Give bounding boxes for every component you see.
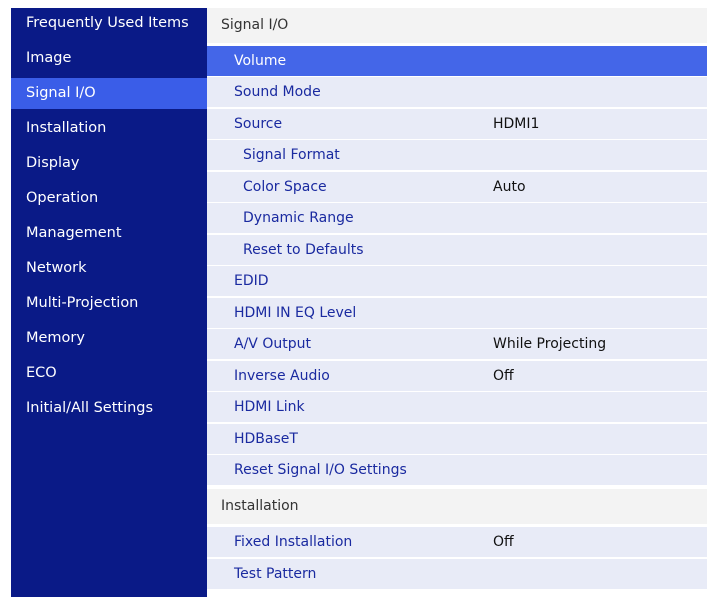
row-label: Color Space (243, 179, 327, 195)
menu-row-reset-signal-io-settings[interactable]: Reset Signal I/O Settings (207, 455, 707, 486)
menu-row-reset-to-defaults[interactable]: Reset to Defaults (207, 235, 707, 266)
sidebar-item-management[interactable]: Management (11, 218, 207, 249)
menu-row-inverse-audio[interactable]: Inverse Audio Off (207, 361, 707, 392)
menu-row-test-pattern[interactable]: Test Pattern (207, 559, 707, 590)
sidebar-item-frequently-used-items[interactable]: Frequently Used Items (11, 8, 207, 39)
row-value: While Projecting (493, 336, 607, 352)
projector-menu: Frequently Used Items Image Signal I/O I… (11, 8, 707, 597)
row-label: HDMI Link (234, 399, 305, 415)
row-label: Signal Format (243, 147, 340, 163)
row-label: Sound Mode (234, 84, 321, 100)
menu-row-fixed-installation[interactable]: Fixed Installation Off (207, 527, 707, 558)
row-value: HDMI1 (493, 116, 540, 132)
menu-row-av-output[interactable]: A/V Output While Projecting (207, 329, 707, 360)
menu-row-color-space[interactable]: Color Space Auto (207, 172, 707, 203)
row-label: Test Pattern (234, 566, 317, 582)
row-label: EDID (234, 273, 269, 289)
menu-row-signal-format[interactable]: Signal Format (207, 140, 707, 171)
settings-panel: Signal I/O Volume Sound Mode Source HDMI… (207, 8, 707, 597)
row-value: Auto (493, 179, 526, 195)
menu-row-source[interactable]: Source HDMI1 (207, 109, 707, 140)
sidebar-item-display[interactable]: Display (11, 148, 207, 179)
row-label: Inverse Audio (234, 368, 330, 384)
sidebar-item-multi-projection[interactable]: Multi-Projection (11, 288, 207, 319)
sidebar-item-operation[interactable]: Operation (11, 183, 207, 214)
row-label: Dynamic Range (243, 210, 354, 226)
sidebar: Frequently Used Items Image Signal I/O I… (11, 8, 207, 597)
row-value: Off (493, 368, 514, 384)
menu-row-edid[interactable]: EDID (207, 266, 707, 297)
menu-row-volume[interactable]: Volume (207, 46, 707, 77)
row-value: Off (493, 534, 514, 550)
menu-row-hdmi-link[interactable]: HDMI Link (207, 392, 707, 423)
menu-row-hdbaset[interactable]: HDBaseT (207, 424, 707, 455)
menu-row-sound-mode[interactable]: Sound Mode (207, 77, 707, 108)
sidebar-item-memory[interactable]: Memory (11, 323, 207, 354)
row-label: HDMI IN EQ Level (234, 305, 357, 321)
sidebar-item-signal-io[interactable]: Signal I/O (11, 78, 207, 109)
row-label: Fixed Installation (234, 534, 353, 550)
row-label: Reset to Defaults (243, 242, 364, 258)
row-label: Volume (234, 53, 287, 69)
section-header-signal-io: Signal I/O (207, 8, 707, 43)
menu-row-hdmi-in-eq-level[interactable]: HDMI IN EQ Level (207, 298, 707, 329)
section-header-installation: Installation (207, 489, 707, 524)
sidebar-item-network[interactable]: Network (11, 253, 207, 284)
sidebar-item-initial-all-settings[interactable]: Initial/All Settings (11, 393, 207, 424)
row-label: Reset Signal I/O Settings (234, 462, 407, 478)
menu-row-dynamic-range[interactable]: Dynamic Range (207, 203, 707, 234)
row-label: A/V Output (234, 336, 311, 352)
row-label: Source (234, 116, 283, 132)
sidebar-item-installation[interactable]: Installation (11, 113, 207, 144)
row-label: HDBaseT (234, 431, 298, 447)
sidebar-item-eco[interactable]: ECO (11, 358, 207, 389)
sidebar-item-image[interactable]: Image (11, 43, 207, 74)
